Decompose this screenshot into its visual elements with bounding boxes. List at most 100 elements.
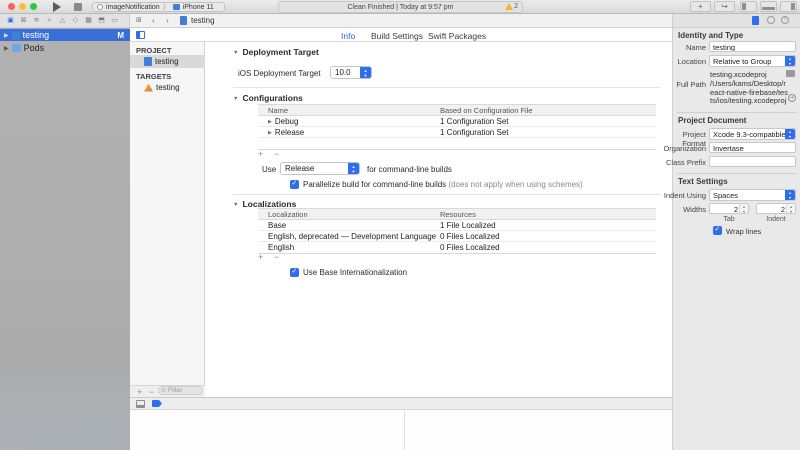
table-row-release[interactable]: Release 1 Configuration Set [258, 127, 656, 138]
column-localization: Localization [268, 210, 308, 219]
toggle-navigator-button[interactable] [740, 1, 757, 12]
table-row-base[interactable]: Base 1 File Localized [258, 220, 656, 231]
close-window-button[interactable] [8, 3, 15, 10]
targets-section-header: TARGETS [136, 72, 171, 81]
parallelize-note: (does not apply when using schemes) [448, 180, 582, 189]
target-item-testing[interactable]: testing [130, 81, 205, 94]
code-review-button[interactable]: ↪ [714, 1, 735, 12]
config-name[interactable]: Release [268, 128, 304, 137]
folder-icon[interactable] [786, 70, 795, 77]
reveal-in-finder-icon[interactable]: ➔ [788, 94, 796, 102]
disclosure-triangle-icon[interactable]: ▶ [4, 32, 9, 39]
section-configurations[interactable]: Configurations [233, 93, 303, 103]
tab-overview-icon[interactable]: ⊞ [136, 16, 142, 24]
config-name[interactable]: Debug [268, 117, 298, 126]
project-file-icon [144, 57, 152, 66]
quick-help-inspector-icon[interactable]: ? [781, 16, 789, 24]
source-control-navigator-icon[interactable]: ⊠ [19, 17, 28, 25]
remove-configuration-button[interactable]: − [274, 149, 279, 159]
name-field[interactable]: testing [709, 41, 796, 52]
issue-navigator-icon[interactable]: △ [58, 17, 67, 25]
tab-build-settings[interactable]: Build Settings [371, 31, 423, 41]
disclosure-triangle-icon[interactable]: ▶ [4, 45, 9, 52]
navigator-item-testing[interactable]: ▶ testing M [0, 29, 130, 41]
parallelize-label: Parallelize build for command-line build… [303, 180, 583, 189]
full-path-text: /Users/kams/Desktop/react-native-firebas… [710, 80, 788, 106]
location-label: Location [673, 57, 706, 66]
activity-viewer: Clean Finished | Today at 9:57 pm 2 [278, 1, 523, 13]
table-row-debug[interactable]: Debug 1 Configuration Set [258, 116, 656, 127]
command-line-config-dropdown[interactable]: Release [280, 162, 360, 175]
tab-width-stepper[interactable]: 2 [709, 203, 749, 214]
table-row-english-deprecated[interactable]: English, deprecated — Development Langua… [258, 231, 656, 242]
class-prefix-field[interactable] [709, 156, 796, 167]
location-dropdown[interactable]: Relative to Group [709, 55, 796, 67]
project-section-header: PROJECT [136, 46, 171, 55]
debug-bar [130, 397, 672, 410]
breakpoint-navigator-icon[interactable]: ⬒ [97, 17, 106, 25]
toggle-inspector-button[interactable] [780, 1, 797, 12]
localization-value: 0 Files Localized [440, 243, 500, 252]
ios-deployment-target-dropdown[interactable]: 10.0 [330, 66, 372, 79]
file-inspector-icon[interactable] [752, 16, 759, 25]
device-name[interactable]: iPhone 11 [183, 4, 214, 11]
scheme-name[interactable]: imageNotification [106, 4, 160, 11]
wrap-lines-label: Wrap lines [726, 227, 761, 236]
add-target-button[interactable]: + [137, 387, 142, 397]
zoom-window-button[interactable] [30, 3, 37, 10]
remove-target-button[interactable]: − [149, 387, 154, 397]
indent-using-dropdown[interactable]: Spaces [709, 189, 796, 201]
scheme-icon [97, 4, 103, 10]
add-localization-button[interactable]: + [258, 252, 263, 262]
indent-width-stepper[interactable]: 2 [756, 203, 796, 214]
history-inspector-icon[interactable] [767, 16, 775, 24]
project-item-testing[interactable]: testing [130, 55, 205, 68]
navigator-item-label: testing [23, 30, 50, 40]
forward-button[interactable]: › [166, 16, 169, 25]
test-navigator-icon[interactable]: ◇ [71, 17, 80, 25]
base-internationalization-checkbox[interactable] [290, 268, 299, 277]
back-button[interactable]: ‹ [152, 16, 155, 25]
debug-navigator-icon[interactable]: ▦ [84, 17, 93, 25]
scheme-selector[interactable]: imageNotification 〉 iPhone 11 [92, 2, 225, 12]
project-targets-panel [130, 42, 205, 397]
report-navigator-icon[interactable]: ▭ [110, 17, 119, 25]
library-add-button[interactable]: + [690, 1, 711, 12]
section-deployment-target[interactable]: Deployment Target [233, 47, 319, 57]
config-value: 1 Configuration Set [440, 128, 509, 137]
class-prefix-label: Class Prefix [659, 158, 706, 167]
table-row-english[interactable]: English 0 Files Localized [258, 242, 656, 253]
find-navigator-icon[interactable]: ⌕ [45, 17, 54, 25]
tab-info[interactable]: Info [341, 31, 355, 41]
inspector-tab-strip: ? [672, 14, 800, 27]
wrap-lines-checkbox[interactable] [713, 226, 722, 235]
minimize-window-button[interactable] [19, 3, 26, 10]
toggle-debug-area-button[interactable] [760, 1, 777, 12]
tab-swift-packages[interactable]: Swift Packages [428, 31, 486, 41]
table-empty-row [258, 138, 656, 149]
symbol-navigator-icon[interactable]: ≋ [32, 17, 41, 25]
desktop: imageNotification 〉 iPhone 11 Clean Fini… [0, 0, 800, 450]
project-info-editor: Deployment Target iOS Deployment Target … [205, 42, 672, 397]
divider [233, 87, 660, 88]
run-button[interactable] [53, 2, 61, 12]
navigator-item-pods[interactable]: ▶ Pods [0, 42, 130, 54]
tab-sublabel: Tab [709, 216, 749, 223]
warning-counter[interactable]: 2 [505, 3, 518, 10]
filter-input[interactable]: Filter [158, 386, 203, 395]
column-based-on: Based on Configuration File [440, 106, 533, 115]
parallelize-checkbox[interactable] [290, 180, 299, 189]
remove-localization-button[interactable]: − [274, 252, 279, 262]
jump-bar-file[interactable]: testing [191, 16, 215, 25]
localization-value: 0 Files Localized [440, 232, 500, 241]
configurations-table-header: Name Based on Configuration File [258, 105, 656, 116]
use-suffix-label: for command-line builds [367, 165, 452, 174]
hide-debug-area-icon[interactable] [136, 400, 145, 408]
project-format-dropdown[interactable]: Xcode 9.3-compatible [709, 128, 796, 140]
stop-button[interactable] [74, 3, 82, 11]
add-configuration-button[interactable]: + [258, 149, 263, 159]
project-navigator-icon[interactable]: ▣ [6, 17, 15, 25]
organization-field[interactable]: Invertase [709, 142, 796, 153]
debug-area-divider[interactable] [404, 410, 405, 450]
editor-sidebar-toggle[interactable] [136, 31, 145, 39]
